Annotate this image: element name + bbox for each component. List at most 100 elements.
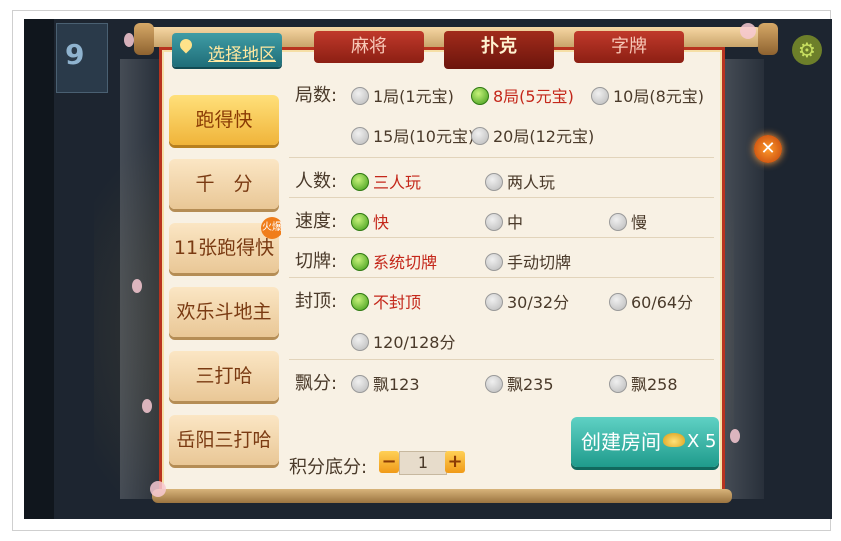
sidebar-item-11-paodekuai[interactable]: 11张跑得快 火爆 xyxy=(169,217,281,273)
option-text: 快 xyxy=(373,213,390,232)
divider xyxy=(289,237,714,238)
float-option-235[interactable]: 飘235 xyxy=(485,371,554,395)
radio-icon xyxy=(591,87,609,105)
radio-icon xyxy=(351,375,369,393)
options-area: 局数: 1局(1元宝) 8局(5元宝) 10局(8元宝) 15局(10元宝) 2… xyxy=(289,69,719,489)
option-text: 飘258 xyxy=(631,375,678,394)
sidebar-item-sandaha[interactable]: 三打哈 xyxy=(169,351,279,401)
radio-icon xyxy=(609,293,627,311)
cap-option-120[interactable]: 120/128分 xyxy=(351,329,455,353)
option-text: 30/32分 xyxy=(507,293,570,312)
radio-icon xyxy=(485,293,503,311)
sidebar-item-paodekuai[interactable]: 跑得快 xyxy=(169,95,279,145)
rounds-option-1[interactable]: 1局(1元宝) xyxy=(351,83,454,107)
radio-icon xyxy=(609,213,627,231)
option-text: 中 xyxy=(507,213,524,232)
radio-icon xyxy=(485,375,503,393)
sidebar-item-label: 11张跑得快 xyxy=(173,237,275,259)
option-text: 飘123 xyxy=(373,375,420,394)
divider xyxy=(289,197,714,198)
petal-decoration xyxy=(132,279,142,293)
float-option-258[interactable]: 飘258 xyxy=(609,371,678,395)
tab-mahjong[interactable]: 麻将 xyxy=(314,31,424,63)
cap-option-none[interactable]: 不封顶 xyxy=(351,289,421,313)
cost-count: X 5 xyxy=(687,431,717,452)
divider xyxy=(289,359,714,360)
radio-icon xyxy=(351,173,369,191)
option-text: 飘235 xyxy=(507,375,554,394)
option-text: 120/128分 xyxy=(373,333,456,352)
option-text: 两人玩 xyxy=(507,173,556,192)
sidebar-item-qianfen[interactable]: 千 分 xyxy=(169,159,279,209)
rounds-option-10[interactable]: 10局(8元宝) xyxy=(591,83,704,107)
left-strip xyxy=(24,19,54,519)
radio-icon xyxy=(351,213,369,231)
option-text: 20局(12元宝) xyxy=(493,127,595,146)
radio-icon xyxy=(485,173,503,191)
increase-button[interactable]: + xyxy=(445,451,465,473)
cut-option-system[interactable]: 系统切牌 xyxy=(351,249,437,273)
cap-option-30[interactable]: 30/32分 xyxy=(485,289,569,313)
select-region-button[interactable]: 选择地区 xyxy=(172,33,282,67)
flower-decoration xyxy=(150,481,166,497)
option-text: 10局(8元宝) xyxy=(613,87,705,106)
option-text: 8局(5元宝) xyxy=(493,87,574,106)
scroll-knob-left xyxy=(134,23,154,55)
curtain-left xyxy=(120,59,160,499)
option-text: 不封顶 xyxy=(373,293,422,312)
cap-label: 封顶: xyxy=(295,291,338,312)
gear-icon[interactable]: ⚙ xyxy=(792,35,822,65)
radio-icon xyxy=(351,253,369,271)
radio-icon xyxy=(351,127,369,145)
base-score-value: 1 xyxy=(399,451,447,475)
speed-option-fast[interactable]: 快 xyxy=(351,209,389,233)
players-option-three[interactable]: 三人玩 xyxy=(351,169,421,193)
game-screen: 9 ⚙ 选择地区 麻将 扑克 字牌 跑得快 千 分 11张跑得快 火爆 欢乐斗地… xyxy=(24,19,832,519)
hot-badge: 火爆 xyxy=(261,217,281,239)
tab-poker[interactable]: 扑克 xyxy=(444,31,554,69)
divider xyxy=(289,157,714,158)
rounds-option-8[interactable]: 8局(5元宝) xyxy=(471,83,574,107)
petal-decoration xyxy=(142,399,152,413)
divider xyxy=(289,277,714,278)
create-room-label: 创建房间 xyxy=(581,430,661,454)
radio-icon xyxy=(485,253,503,271)
select-region-label: 选择地区 xyxy=(208,45,276,65)
rounds-label: 局数: xyxy=(295,85,338,106)
game-list-sidebar: 跑得快 千 分 11张跑得快 火爆 欢乐斗地主 三打哈 岳阳三打哈 xyxy=(169,89,281,489)
sidebar-item-yueyang-sandaha[interactable]: 岳阳三打哈 xyxy=(169,415,279,465)
cap-option-60[interactable]: 60/64分 xyxy=(609,289,693,313)
radio-icon xyxy=(471,87,489,105)
radio-icon xyxy=(351,293,369,311)
option-text: 15局(10元宝) xyxy=(373,127,475,146)
avatar[interactable]: 9 xyxy=(56,23,108,93)
rounds-option-15[interactable]: 15局(10元宝) xyxy=(351,123,474,147)
speed-label: 速度: xyxy=(295,211,338,232)
option-text: 三人玩 xyxy=(373,173,422,192)
create-room-button[interactable]: 创建房间 X 5 xyxy=(571,417,719,467)
petal-decoration xyxy=(124,33,134,47)
players-label: 人数: xyxy=(295,171,338,192)
option-text: 手动切牌 xyxy=(507,253,572,272)
cut-option-manual[interactable]: 手动切牌 xyxy=(485,249,571,273)
location-pin-icon xyxy=(177,36,195,54)
radio-icon xyxy=(485,213,503,231)
players-option-two[interactable]: 两人玩 xyxy=(485,169,555,193)
option-text: 60/64分 xyxy=(631,293,694,312)
option-text: 慢 xyxy=(631,213,648,232)
base-score-stepper: − 1 + xyxy=(379,451,465,475)
gold-ingot-icon xyxy=(663,433,685,447)
radio-icon xyxy=(351,333,369,351)
rounds-option-20[interactable]: 20局(12元宝) xyxy=(471,123,594,147)
speed-option-medium[interactable]: 中 xyxy=(485,209,523,233)
sidebar-item-doudizhu[interactable]: 欢乐斗地主 xyxy=(169,287,279,337)
decrease-button[interactable]: − xyxy=(379,451,399,473)
cut-label: 切牌: xyxy=(295,251,338,272)
tab-zipai[interactable]: 字牌 xyxy=(574,31,684,63)
close-icon[interactable]: ✕ xyxy=(754,135,782,163)
radio-icon xyxy=(351,87,369,105)
petal-decoration xyxy=(730,429,740,443)
float-option-123[interactable]: 飘123 xyxy=(351,371,420,395)
speed-option-slow[interactable]: 慢 xyxy=(609,209,647,233)
radio-icon xyxy=(609,375,627,393)
